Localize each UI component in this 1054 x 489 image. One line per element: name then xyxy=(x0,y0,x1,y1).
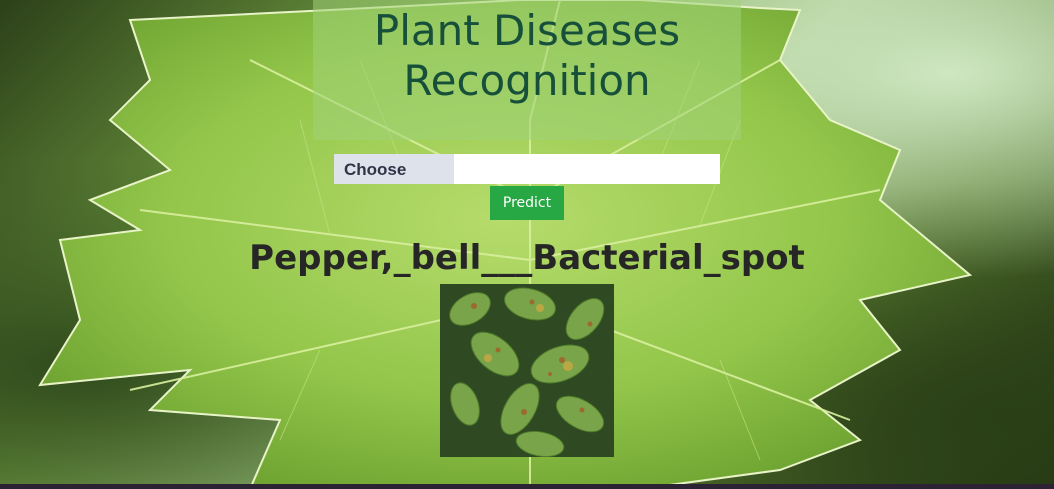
prediction-result: Pepper,_bell___Bacterial_spot xyxy=(249,238,805,278)
predict-button[interactable]: Predict xyxy=(490,186,564,220)
file-upload-control[interactable]: Choose xyxy=(334,154,720,184)
page-root: Plant Diseases Recognition Choose Predic… xyxy=(0,0,1054,489)
taskbar-strip xyxy=(0,484,1054,489)
page-title: Plant Diseases Recognition xyxy=(373,6,681,105)
file-name-field[interactable] xyxy=(454,154,720,184)
choose-file-button[interactable]: Choose xyxy=(334,154,454,184)
title-banner: Plant Diseases Recognition xyxy=(313,0,741,140)
uploaded-leaf-preview-image xyxy=(440,284,614,457)
